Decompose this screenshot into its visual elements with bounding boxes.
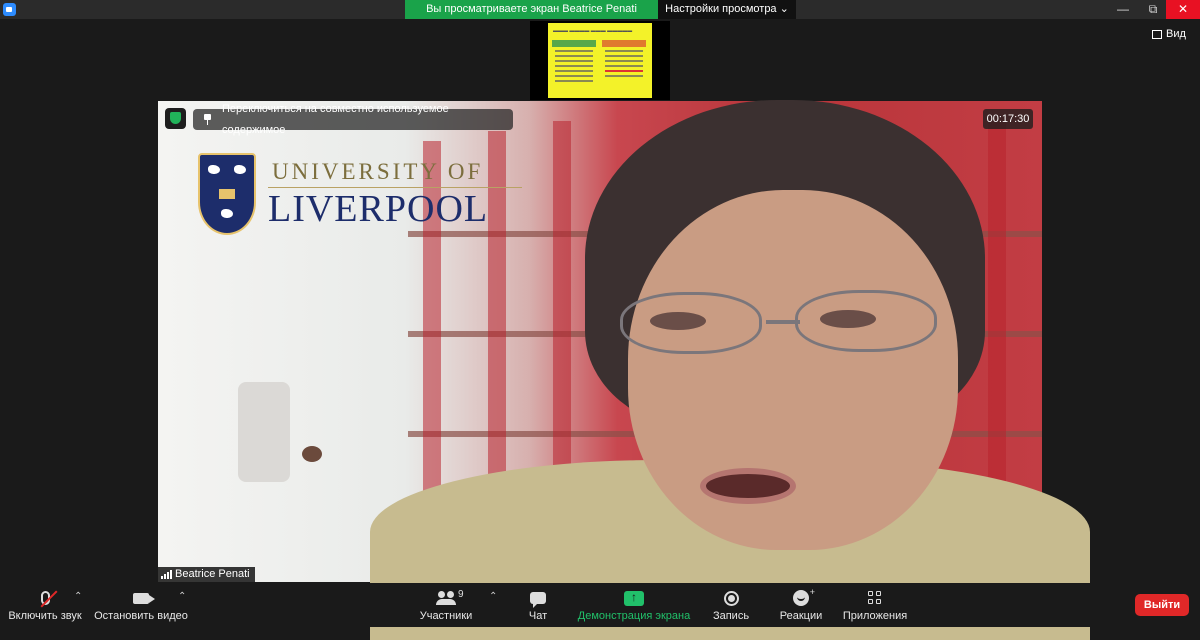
apps-button[interactable]: Приложения [840,583,910,627]
microphone-muted-icon [40,590,57,608]
switch-label: Переключиться на совместно используемое … [221,102,449,136]
glasses-lens [620,292,762,354]
security-shield-icon[interactable] [165,108,186,129]
share-screen-button[interactable]: Демонстрация экрана [578,583,690,627]
chat-label: Чат [528,610,548,622]
university-crest-icon [198,153,256,235]
slide-column-left [552,40,596,92]
logo-line-1: UNIVERSITY OF [272,158,484,184]
logo-line-2: LIVERPOOL [268,187,489,230]
gallery-grid-icon [1152,29,1162,39]
minimize-button[interactable]: — [1108,0,1138,19]
screen-share-banner: Вы просматриваете экран Beatrice Penati [405,0,658,19]
record-icon [723,590,739,606]
apps-icon [868,591,882,605]
title-bar: Вы просматриваете экран Beatrice Penati … [0,0,1200,19]
slide-title-text: ▬▬▬ ▬▬▬▬ ▬▬▬ ▬▬▬▬▬ [553,28,633,34]
stop-video-button[interactable]: Остановить видео [94,583,188,627]
participants-button[interactable]: 9 Участники [416,583,476,627]
background-object [302,446,322,462]
video-camera-icon [133,592,155,604]
apps-label: Приложения [842,610,908,622]
video-options-caret-icon[interactable]: ⌃ [178,591,186,602]
participants-icon: 9 [436,589,464,605]
maximize-button[interactable]: ⧉ [1138,0,1168,19]
share-screen-icon [624,590,644,606]
glasses-bridge [766,320,800,324]
leave-meeting-button[interactable]: Выйти [1135,594,1189,616]
close-window-button[interactable]: ✕ [1166,0,1200,19]
view-button[interactable]: Вид [1152,28,1186,40]
shared-screen-thumbnail[interactable]: ▬▬▬ ▬▬▬▬ ▬▬▬ ▬▬▬▬▬ [530,21,670,100]
record-label: Запись [712,610,750,622]
meeting-timer: 00:17:30 [983,109,1033,129]
zoom-logo-icon [3,3,16,16]
participants-label: Участники [419,610,473,622]
participants-count: 9 [458,589,464,600]
glasses-lens [795,290,937,352]
background-figure [238,382,290,482]
smiley-icon: + [793,587,815,606]
switch-to-shared-content-button[interactable]: Переключиться на совместно используемое … [193,103,513,136]
view-options-label: Настройки просмотра [665,3,777,15]
meeting-toolbar: Включить звук ⌃ Остановить видео ⌃ 9 Уча… [0,583,1200,627]
audio-options-caret-icon[interactable]: ⌃ [74,591,82,602]
slide-column-right [602,40,646,92]
pin-icon [203,114,212,125]
reactions-label: Реакции [779,610,823,622]
reactions-button[interactable]: + Реакции [776,583,826,627]
record-button[interactable]: Запись [706,583,756,627]
participants-options-caret-icon[interactable]: ⌃ [489,591,497,602]
chat-bubble-icon [530,592,546,608]
university-wordmark: UNIVERSITY OF LIVERPOOL [268,159,522,230]
participant-name-tag: Beatrice Penati [158,567,255,582]
chevron-down-icon: ⌄ [779,3,789,15]
slide-preview: ▬▬▬ ▬▬▬▬ ▬▬▬ ▬▬▬▬▬ [548,23,652,98]
person-face [628,190,958,550]
stop-video-label: Остановить видео [94,610,188,622]
university-logo: UNIVERSITY OF LIVERPOOL [198,153,522,235]
share-screen-label: Демонстрация экрана [577,610,691,622]
person-mouth [700,468,796,504]
signal-strength-icon [161,570,172,579]
participant-name: Beatrice Penati [175,568,250,580]
unmute-label: Включить звук [8,610,82,622]
unmute-button[interactable]: Включить звук [5,583,85,627]
view-options-dropdown[interactable]: Настройки просмотра ⌄ [658,0,796,19]
view-label: Вид [1166,28,1186,40]
chat-button[interactable]: Чат [518,583,558,627]
